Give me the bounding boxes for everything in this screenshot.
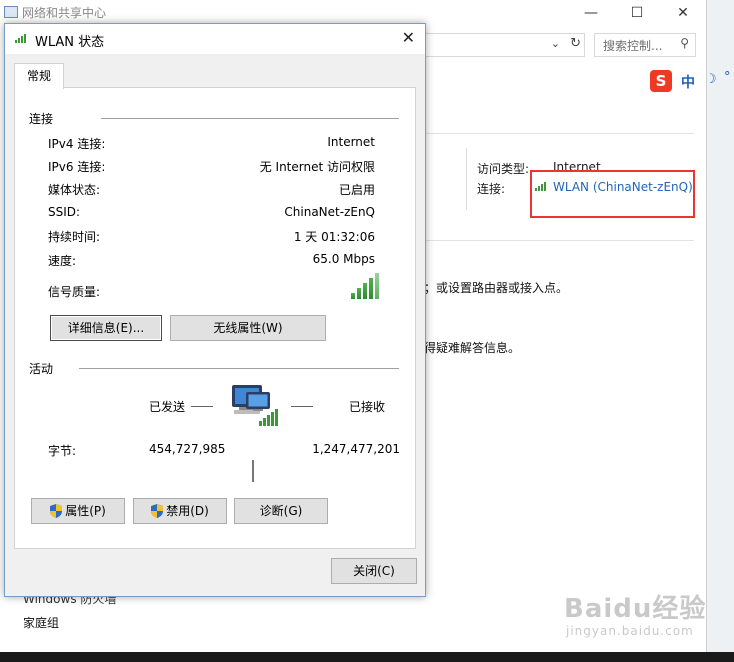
wlan-status-dialog: WLAN 状态 ✕ 常规 连接 IPv4 连接: Internet IPv6 连…	[4, 23, 426, 597]
close-button[interactable]: 关闭(C)	[331, 558, 417, 584]
bytes-sent-value: 454,727,985	[149, 442, 226, 456]
refresh-icon[interactable]: ↻	[570, 36, 581, 51]
section-divider	[101, 118, 399, 119]
uac-shield-icon	[50, 504, 63, 518]
access-type-label: 访问类型:	[477, 162, 530, 176]
address-bar[interactable]: ⌄ ↻	[424, 33, 585, 57]
sent-dash	[191, 406, 213, 407]
connection-section-title: 连接	[29, 112, 54, 126]
wifi-signal-icon	[15, 33, 29, 43]
signal-strength-icon	[351, 273, 383, 299]
close-window-button[interactable]: ✕	[660, 0, 706, 26]
dialog-titlebar[interactable]: WLAN 状态 ✕	[5, 24, 425, 54]
divider	[424, 133, 694, 134]
signal-quality-label: 信号质量:	[48, 285, 101, 299]
properties-button-label: 属性(P)	[65, 504, 106, 518]
received-dash	[291, 406, 313, 407]
sent-label: 已发送	[149, 400, 186, 414]
wireless-properties-button[interactable]: 无线属性(W)	[170, 315, 326, 341]
disable-button[interactable]: 禁用(D)	[133, 498, 227, 524]
dialog-title: WLAN 状态	[35, 35, 105, 50]
ssid-value: ChinaNet-zEnQ	[284, 205, 375, 219]
details-button[interactable]: 详细信息(E)...	[50, 315, 162, 341]
taskbar-strip	[0, 652, 734, 662]
properties-button[interactable]: 属性(P)	[31, 498, 125, 524]
watermark-url: jingyan.baidu.com	[566, 624, 694, 638]
search-placeholder: 搜索控制...	[603, 39, 663, 53]
close-icon[interactable]: ✕	[402, 28, 415, 47]
sogou-logo-icon[interactable]: S	[650, 70, 672, 92]
speed-label: 速度:	[48, 254, 77, 268]
ime-mode-chinese[interactable]: 中	[681, 72, 695, 92]
network-app-icon	[4, 6, 18, 18]
chevron-down-icon[interactable]: ⌄	[551, 37, 560, 50]
divider	[424, 240, 694, 241]
maximize-button[interactable]: ☐	[614, 0, 660, 26]
bytes-divider	[252, 460, 254, 482]
ipv6-label: IPv6 连接:	[48, 160, 106, 174]
speed-value: 65.0 Mbps	[312, 252, 375, 266]
ipv4-value: Internet	[327, 135, 375, 149]
ipv6-value: 无 Internet 访问权限	[259, 160, 375, 174]
tab-general[interactable]: 常规	[14, 63, 64, 89]
ime-toolbar[interactable]: S 中 ☽ °	[650, 70, 734, 92]
homegroup-link[interactable]: 家庭组	[23, 614, 59, 631]
ssid-label: SSID:	[48, 205, 81, 219]
search-input[interactable]: 搜索控制... ⚲	[594, 33, 696, 57]
watermark-logo: Baidu经验	[564, 594, 707, 624]
duration-value: 1 天 01:32:06	[293, 230, 375, 244]
punctuation-icon[interactable]: °	[724, 70, 731, 85]
duration-label: 持续时间:	[48, 230, 101, 244]
connection-label: 连接:	[477, 182, 506, 196]
section-divider	[79, 368, 399, 369]
media-state-label: 媒体状态:	[48, 183, 101, 197]
uac-shield-icon	[151, 504, 164, 518]
bytes-label: 字节:	[48, 444, 77, 458]
ipv4-label: IPv4 连接:	[48, 137, 106, 151]
setup-router-text[interactable]: ；或设置路由器或接入点。	[424, 279, 568, 296]
network-monitor-icon	[232, 385, 278, 426]
bytes-received-value: 1,247,477,201	[312, 442, 400, 456]
activity-section-title: 活动	[29, 362, 54, 376]
troubleshoot-text[interactable]: 得疑难解答信息。	[424, 339, 520, 356]
media-state-value: 已启用	[338, 183, 375, 197]
diagnose-button[interactable]: 诊断(G)	[234, 498, 328, 524]
general-panel: 连接 IPv4 连接: Internet IPv6 连接: 无 Internet…	[14, 87, 416, 549]
minimize-button[interactable]: —	[568, 0, 614, 26]
desktop-edge	[707, 0, 734, 662]
search-icon[interactable]: ⚲	[680, 36, 689, 50]
highlight-box	[530, 170, 695, 218]
divider	[466, 148, 467, 210]
disable-button-label: 禁用(D)	[166, 504, 209, 518]
received-label: 已接收	[348, 400, 385, 414]
window-title: 网络和共享中心	[22, 6, 107, 20]
moon-icon[interactable]: ☽	[705, 72, 717, 87]
